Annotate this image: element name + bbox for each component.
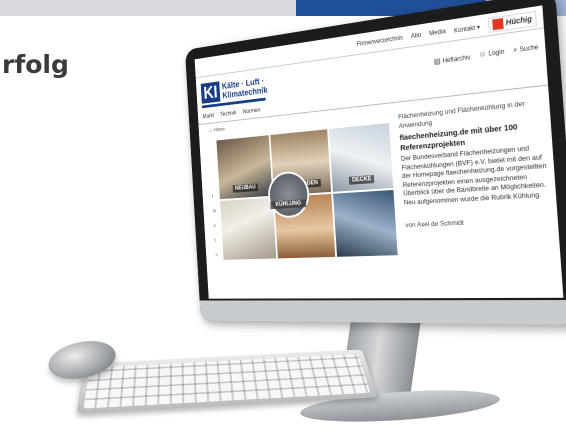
header-links: ▤ Heftarchiv ☺ Login ⌕ Suche [434,44,539,66]
monitor-screen: Firmenverzeichnis Abo Media Kontakt ▾ Hü… [195,5,564,298]
breadcrumb: ⌂ Home [209,127,224,134]
home-icon[interactable]: ⌂ [209,128,212,134]
collage-tile-6 [333,190,398,257]
logo-ki: KI [201,81,221,103]
collage-label-neubau: NEUBAU [232,183,258,192]
headline-text: rfolg [2,50,69,79]
topnav-link-kontakt[interactable]: Kontakt ▾ [454,23,481,34]
menu-item-markt[interactable]: Markt [202,113,214,120]
search-link[interactable]: ⌕ Suche [513,44,539,56]
topnav-link-firmenverzeichnis[interactable]: Firmenverzeichnis [357,35,403,48]
article-author: von Axel de Schmidt [405,216,551,231]
xing-icon[interactable]: x [214,223,217,229]
facebook-icon[interactable]: f [212,194,215,200]
article-body: Der Bundesverband Flächenheizungen und F… [401,144,550,208]
login-link[interactable]: ☺ Login [479,48,505,60]
breadcrumb-home[interactable]: Home [214,127,225,134]
linkedin-icon[interactable]: in [213,209,216,215]
twitter-icon[interactable]: t [214,238,217,244]
site-logo[interactable]: KI Kälte · Luft · Klimatechnik [201,75,268,104]
partner-logo-mark [492,18,504,30]
search-label: Suche [519,45,538,54]
monitor-chin [200,300,566,325]
share-icon[interactable]: < [215,253,218,259]
collage-tile-4 [220,198,276,260]
collage-label-decke: DECKE [349,175,375,185]
partner-logo-text: Hüchig [506,15,533,26]
logo-names: Kälte · Luft · Klimatechnik [222,76,268,101]
social-share-bar: f in x t < [212,194,219,258]
hero-image-collage[interactable]: NEUBAU FUSSBODEN DECKE KÜHLUNG [216,123,397,260]
heftarchiv-label: Heftarchiv [442,55,470,65]
heftarchiv-link[interactable]: ▤ Heftarchiv [434,53,471,66]
search-icon: ⌕ [513,46,518,54]
menu-item-technik[interactable]: Technik [220,111,236,118]
user-icon: ☺ [479,51,487,59]
collage-tile-neubau: NEUBAU [216,135,272,199]
collage-tile-decke: DECKE [329,123,394,192]
login-label: Login [488,49,504,58]
archive-icon: ▤ [434,58,441,66]
topnav-link-abo[interactable]: Abo [411,32,422,40]
article-teaser: Flächenheizung und Flächenkühlung in der… [398,98,551,231]
topnav-link-media[interactable]: Media [429,29,446,38]
menu-item-normen[interactable]: Normen [243,108,261,116]
monitor: Firmenverzeichnis Abo Media Kontakt ▾ Hü… [185,0,566,325]
